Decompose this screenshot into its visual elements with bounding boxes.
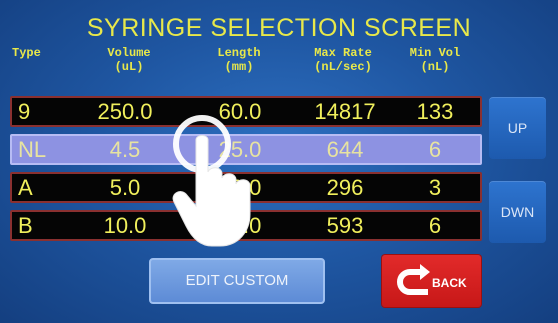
cell-type: NL — [18, 137, 47, 162]
cell-max-rate: 296 — [326, 175, 364, 200]
header-min-vol: Min Vol (nL) — [400, 46, 470, 74]
header-min-vol-unit: (nL) — [420, 60, 450, 74]
cell-volume: 250.0 — [97, 99, 153, 124]
header-type: Type — [12, 46, 52, 60]
cell-max-rate: 593 — [326, 213, 364, 238]
header-type-label: Type — [12, 46, 41, 60]
cell-length: 25.0 — [218, 137, 262, 162]
header-max-rate-label: Max Rate — [314, 46, 372, 60]
cell-min-vol: 3 — [428, 175, 442, 200]
edit-custom-button[interactable]: EDIT CUSTOM — [149, 258, 325, 304]
cell-type: A — [18, 175, 33, 200]
cell-length: 60.0 — [218, 99, 262, 124]
cell-volume: 10.0 — [103, 213, 147, 238]
cell-min-vol: 6 — [428, 213, 442, 238]
cell-volume: 5.0 — [109, 175, 141, 200]
cell-type: 9 — [18, 99, 31, 124]
cell-min-vol: 6 — [428, 137, 442, 162]
syringe-row-a[interactable]: A 5.0 30.0 296 3 — [10, 172, 482, 203]
cell-max-rate: 14817 — [314, 99, 376, 124]
cell-length: 30.0 — [218, 175, 262, 200]
cell-length: 60.0 — [218, 213, 262, 238]
header-volume-unit: (uL) — [114, 60, 144, 74]
syringe-row-nl[interactable]: NL 4.5 25.0 644 6 — [10, 134, 482, 165]
cell-type: B — [18, 213, 33, 238]
back-button-label: BACK — [432, 276, 467, 290]
cell-max-rate: 644 — [326, 137, 364, 162]
syringe-row-9[interactable]: 9 250.0 60.0 14817 133 — [10, 96, 482, 127]
header-length: Length (mm) — [196, 46, 282, 74]
cell-min-vol: 133 — [416, 99, 454, 124]
screen-title: SYRINGE SELECTION SCREEN — [86, 14, 472, 42]
header-min-vol-label: Min Vol — [409, 46, 461, 60]
cell-volume: 4.5 — [109, 137, 141, 162]
up-button[interactable]: UP — [489, 97, 546, 159]
back-button[interactable]: BACK — [382, 255, 481, 307]
down-button[interactable]: DWN — [489, 181, 546, 243]
header-volume-label: Volume — [107, 46, 151, 60]
header-max-rate-unit: (nL/sec) — [314, 60, 372, 74]
header-volume: Volume (uL) — [84, 46, 174, 74]
header-length-label: Length — [217, 46, 261, 60]
syringe-row-b[interactable]: B 10.0 60.0 593 6 — [10, 210, 482, 241]
back-arrow-icon — [397, 264, 430, 295]
header-length-unit: (mm) — [224, 60, 254, 74]
header-max-rate: Max Rate (nL/sec) — [295, 46, 391, 74]
